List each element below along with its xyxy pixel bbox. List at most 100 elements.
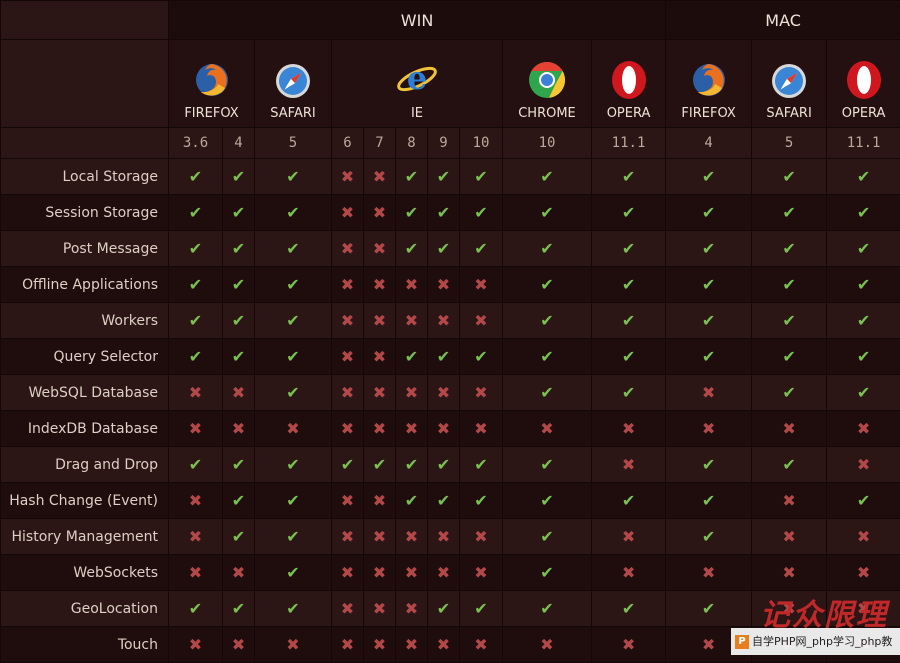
feature-row: IndexDB Database✖✖✖✖✖✖✖✖✖✖✖✖✖	[1, 411, 900, 447]
check-icon: ✔	[782, 167, 795, 186]
check-icon: ✔	[405, 455, 418, 474]
browser-label-win-safari: SAFARI	[270, 106, 315, 121]
support-cell: ✔	[827, 483, 900, 519]
cross-icon: ✖	[341, 311, 354, 330]
check-icon: ✔	[405, 167, 418, 186]
cross-icon: ✖	[405, 419, 418, 438]
cross-icon: ✖	[405, 563, 418, 582]
cross-icon: ✖	[189, 563, 202, 582]
feature-label: Offline Applications	[1, 267, 169, 303]
cross-icon: ✖	[474, 527, 487, 546]
support-cell: ✖	[396, 411, 428, 447]
cross-icon: ✖	[437, 527, 450, 546]
version-cell: 11.1	[827, 128, 900, 159]
cross-icon: ✖	[341, 491, 354, 510]
cross-icon: ✖	[474, 635, 487, 654]
cross-icon: ✖	[474, 419, 487, 438]
os-header-mac: MAC	[666, 1, 900, 40]
support-cell: ✖	[364, 375, 396, 411]
cross-icon: ✖	[405, 635, 418, 654]
support-cell: ✖	[396, 627, 428, 663]
support-cell: ✔	[752, 195, 827, 231]
cross-icon: ✖	[437, 563, 450, 582]
check-icon: ✔	[857, 275, 870, 294]
check-icon: ✔	[373, 455, 386, 474]
cross-icon: ✖	[622, 563, 635, 582]
support-cell: ✖	[827, 447, 900, 483]
cross-icon: ✖	[622, 527, 635, 546]
check-icon: ✔	[405, 239, 418, 258]
support-cell: ✖	[752, 555, 827, 591]
version-cell: 3.6	[169, 128, 223, 159]
check-icon: ✔	[286, 491, 299, 510]
browser-header-win-firefox: FIREFOX	[169, 40, 255, 128]
support-cell: ✖	[827, 519, 900, 555]
check-icon: ✔	[189, 239, 202, 258]
support-cell: ✔	[396, 483, 428, 519]
support-cell: ✔	[592, 267, 666, 303]
check-icon: ✔	[437, 599, 450, 618]
check-icon: ✔	[189, 167, 202, 186]
support-cell: ✔	[503, 483, 592, 519]
cross-icon: ✖	[437, 383, 450, 402]
browser-label-mac-safari: SAFARI	[766, 106, 811, 121]
check-icon: ✔	[405, 491, 418, 510]
check-icon: ✔	[702, 275, 715, 294]
browser-support-table: WIN MAC FIREFOX SAFARI	[0, 0, 900, 663]
cross-icon: ✖	[341, 563, 354, 582]
support-cell: ✖	[428, 267, 460, 303]
check-icon: ✔	[286, 275, 299, 294]
browser-label-win-chrome: CHROME	[518, 106, 576, 121]
check-icon: ✔	[540, 599, 553, 618]
check-icon: ✔	[341, 455, 354, 474]
cross-icon: ✖	[373, 311, 386, 330]
feature-row: Hash Change (Event)✖✔✔✖✖✔✔✔✔✔✔✖✔	[1, 483, 900, 519]
support-cell: ✔	[827, 195, 900, 231]
check-icon: ✔	[474, 455, 487, 474]
support-cell: ✖	[169, 627, 223, 663]
check-icon: ✔	[622, 203, 635, 222]
support-cell: ✔	[396, 447, 428, 483]
check-icon: ✔	[622, 383, 635, 402]
check-icon: ✔	[437, 455, 450, 474]
version-cell: 7	[364, 128, 396, 159]
support-cell: ✔	[503, 303, 592, 339]
support-cell: ✔	[428, 447, 460, 483]
support-cell: ✖	[827, 555, 900, 591]
support-cell: ✖	[428, 303, 460, 339]
browser-header-row: FIREFOX SAFARI e IE	[1, 40, 900, 128]
support-cell: ✖	[752, 483, 827, 519]
cross-icon: ✖	[373, 167, 386, 186]
check-icon: ✔	[232, 311, 245, 330]
check-icon: ✔	[782, 455, 795, 474]
support-cell: ✔	[752, 375, 827, 411]
support-cell: ✔	[592, 375, 666, 411]
support-cell: ✖	[592, 519, 666, 555]
support-cell: ✔	[428, 483, 460, 519]
support-cell: ✔	[460, 591, 503, 627]
support-cell: ✖	[364, 591, 396, 627]
cross-icon: ✖	[474, 563, 487, 582]
cross-icon: ✖	[373, 347, 386, 366]
support-cell: ✔	[223, 303, 255, 339]
check-icon: ✔	[286, 563, 299, 582]
check-icon: ✔	[702, 239, 715, 258]
support-cell: ✔	[396, 159, 428, 195]
cross-icon: ✖	[189, 527, 202, 546]
check-icon: ✔	[622, 239, 635, 258]
version-cell: 4	[223, 128, 255, 159]
support-cell: ✔	[827, 303, 900, 339]
version-cell: 9	[428, 128, 460, 159]
cross-icon: ✖	[373, 635, 386, 654]
cross-icon: ✖	[622, 635, 635, 654]
check-icon: ✔	[857, 383, 870, 402]
browser-label-mac-opera: OPERA	[842, 106, 886, 121]
support-cell: ✔	[503, 519, 592, 555]
support-cell: ✖	[364, 627, 396, 663]
version-cell: 11.1	[592, 128, 666, 159]
support-cell: ✖	[332, 195, 364, 231]
support-cell: ✔	[223, 159, 255, 195]
cross-icon: ✖	[474, 275, 487, 294]
support-cell: ✖	[592, 555, 666, 591]
cross-icon: ✖	[373, 419, 386, 438]
